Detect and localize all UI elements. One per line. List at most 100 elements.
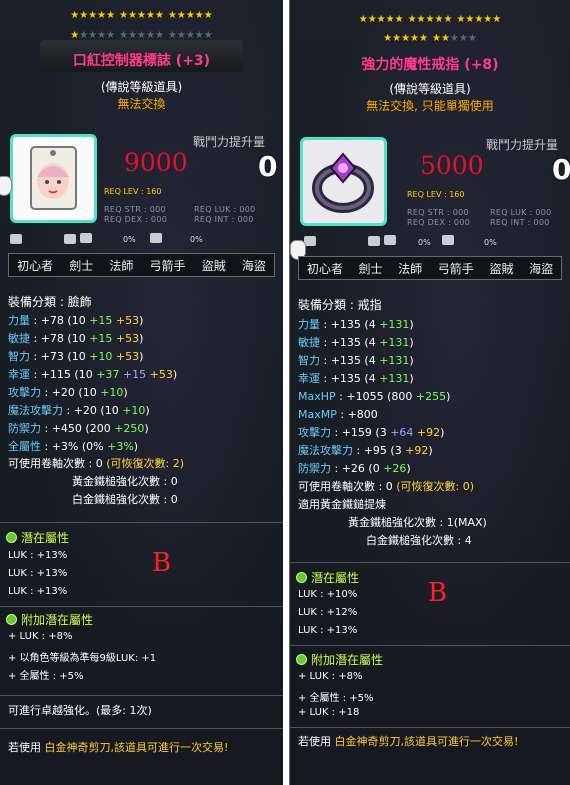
- stat-base: : +78 (10: [30, 314, 90, 327]
- job-beginner: 初心者: [306, 261, 343, 276]
- star-force-note: 可進行卓越強化。(最多: 1次): [8, 704, 152, 717]
- stat-row: 防禦力 : +26 (0 +26): [298, 461, 411, 477]
- stat-a: +131: [379, 336, 410, 349]
- job-list: 初心者 劍士 法師 弓箭手 盜賊 海盜: [8, 253, 275, 277]
- stat-name: 智力: [298, 354, 320, 367]
- potential-line-1: LUK : +13%: [8, 550, 68, 561]
- stat-base: : +20 (10: [63, 404, 123, 417]
- item-grade: (傳說等級道具): [100, 80, 183, 94]
- stat-close: ): [123, 386, 128, 399]
- equip-category: 裝備分類 : 臉飾: [8, 295, 92, 309]
- stat-base: : +135 (4: [320, 354, 380, 367]
- stat-row: 幸運 : +115 (10 +37 +15 +53): [8, 367, 177, 383]
- stat-row: 防禦力 : +450 (200 +250): [8, 421, 149, 437]
- stat-row: MaxMP : +800: [298, 407, 378, 423]
- golden-hammer-applicable: 適用黃金鐵鎚提煉: [298, 498, 386, 511]
- percent-2: 0%: [190, 235, 203, 244]
- stat-a: +255: [415, 390, 447, 403]
- stat-base: : +135 (4: [320, 336, 380, 349]
- stat-a: +131: [379, 318, 410, 331]
- job-pirate: 海盜: [529, 261, 554, 276]
- potential-icon: [6, 532, 17, 543]
- slot-icon: [64, 234, 76, 244]
- stat-close: ): [133, 440, 139, 453]
- stat-row: 智力 : +73 (10 +10 +53): [8, 349, 143, 365]
- stat-a: +250: [114, 422, 145, 435]
- shield-icon: [150, 233, 162, 243]
- stat-b: +53: [112, 314, 140, 327]
- power-value: 5000: [420, 151, 484, 180]
- potential-icon: [296, 572, 307, 583]
- stat-name: 魔法攻擊力: [298, 444, 353, 457]
- req-luk: REQ LUK : 000: [194, 205, 256, 214]
- divider: [0, 695, 283, 696]
- combat-power-change: 0: [552, 153, 570, 186]
- stat-a: +10: [122, 404, 146, 417]
- stat-c: +64: [390, 426, 414, 439]
- potential-header: 潛在屬性: [6, 529, 69, 546]
- scroll-count: 可使用卷軸次數 : 0 (可恢復次數: 2): [8, 457, 184, 470]
- hand-cursor-icon: [0, 176, 12, 196]
- percent-2: 0%: [484, 238, 497, 247]
- stat-c: +15: [119, 368, 147, 381]
- stat-row: 敏捷 : +135 (4 +131): [298, 335, 414, 351]
- star-force-row-2: ★★★★★ ★★★★★ ★★★★★: [70, 30, 213, 41]
- stat-a: +131: [379, 372, 410, 385]
- stat-name: 魔法攻擊力: [8, 404, 63, 417]
- stat-row: 智力 : +135 (4 +131): [298, 353, 414, 369]
- stat-row: 攻擊力 : +159 (3 +64 +92): [298, 425, 444, 441]
- stat-row: 幸運 : +135 (4 +131): [298, 371, 414, 387]
- golden-hammer-count: 黃金鐵槌強化次數 : 1(MAX): [348, 516, 487, 529]
- golden-hammer-count: 黃金鐵槌強化次數 : 0: [72, 475, 178, 488]
- stat-close: ): [139, 350, 144, 363]
- divider: [0, 522, 283, 523]
- bonus-potential-icon: [6, 614, 17, 625]
- stat-a: +10: [89, 350, 113, 363]
- combat-power-label: 戰鬥力提升量: [486, 138, 559, 152]
- star-force-row-1: ★★★★★ ★★★★★ ★★★★★: [70, 10, 213, 21]
- stat-name: 智力: [8, 350, 30, 363]
- trade-restriction: 無法交換, 只能單獨使用: [366, 99, 494, 113]
- divider: [290, 727, 570, 728]
- stat-base: : +26 (0: [331, 462, 384, 475]
- stat-close: ): [406, 462, 411, 475]
- stat-row: 魔法攻擊力 : +95 (3 +92): [298, 443, 433, 459]
- lipstick-emblem-icon: [30, 146, 77, 210]
- stat-name: 攻擊力: [298, 426, 331, 439]
- stat-name: 幸運: [8, 368, 30, 381]
- job-archer: 弓箭手: [437, 261, 474, 276]
- req-dex: REQ DEX : 000: [104, 215, 168, 224]
- bonus-line-3: + 全屬性 : +5%: [8, 671, 84, 682]
- stat-base: : +3% (0%: [41, 440, 108, 453]
- bonus-potential-icon: [296, 654, 307, 665]
- job-list: 初心者 劍士 法師 弓箭手 盜賊 海盜: [298, 256, 562, 280]
- star-force-row-2: ★★★★★ ★★★★★: [383, 33, 477, 44]
- divider: [290, 562, 570, 563]
- stat-close: ): [144, 422, 149, 435]
- bonus-line-2: + 全屬性 : +5%: [298, 693, 374, 704]
- stat-b: +53: [112, 332, 140, 345]
- stat-name: 防禦力: [8, 422, 41, 435]
- bonus-line-3: + LUK : +18: [298, 707, 360, 718]
- combat-power-label: 戰鬥力提升量: [193, 135, 266, 149]
- stat-base: : +95 (3: [353, 444, 406, 457]
- job-warrior: 劍士: [69, 258, 94, 273]
- stat-close: ): [139, 314, 144, 327]
- potential-line-2: LUK : +12%: [298, 607, 358, 618]
- stat-close: ): [409, 336, 414, 349]
- stat-name: 幸運: [298, 372, 320, 385]
- stat-base: : +1055 (800: [335, 390, 416, 403]
- stat-a: +37: [96, 368, 120, 381]
- stat-close: ): [440, 426, 445, 439]
- stat-a: +26: [383, 462, 407, 475]
- divider: [290, 645, 570, 646]
- bonus-line-1: + LUK : +8%: [8, 631, 73, 642]
- item-grade: (傳說等級道具): [389, 82, 471, 96]
- character-icon: [10, 234, 22, 244]
- stat-base: : +78 (10: [30, 332, 90, 345]
- req-luk: REQ LUK : 000: [490, 208, 552, 217]
- stat-close: ): [409, 354, 414, 367]
- stat-row: MaxHP : +1055 (800 +255): [298, 389, 450, 405]
- stat-name: 全屬性: [8, 440, 41, 453]
- bonus-line-2: + 以角色等級為準每9級LUK: +1: [8, 653, 157, 664]
